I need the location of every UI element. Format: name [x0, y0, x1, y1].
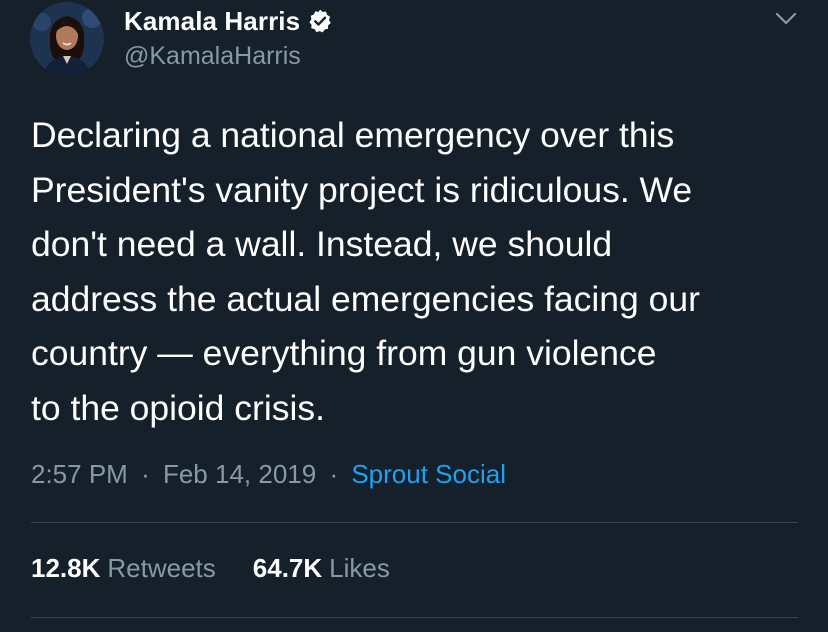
- tweet-text: Declaring a national emergency over this…: [31, 115, 700, 428]
- avatar[interactable]: [30, 2, 104, 76]
- retweets-count: 12.8K: [31, 553, 101, 583]
- verified-badge-icon: [307, 8, 333, 34]
- likes-label: Likes: [329, 553, 390, 583]
- display-name[interactable]: Kamala Harris: [124, 6, 300, 37]
- meta-separator: ·: [329, 459, 339, 489]
- tweet-date[interactable]: Feb 14, 2019: [163, 459, 316, 489]
- divider: [31, 522, 798, 523]
- tweet-detail: Kamala Harris @KamalaHarris Declaring a …: [0, 0, 828, 632]
- retweets-label: Retweets: [107, 553, 216, 583]
- tweet-source-link[interactable]: Sprout Social: [351, 459, 506, 489]
- avatar-image: [30, 2, 104, 76]
- author-name-row: Kamala Harris: [124, 5, 333, 37]
- retweets-stat[interactable]: 12.8K Retweets: [31, 553, 216, 584]
- meta-separator: ·: [141, 459, 150, 489]
- tweet-meta: 2:57 PM · Feb 14, 2019 · Sprout Social: [31, 459, 506, 490]
- chevron-down-icon[interactable]: [773, 8, 799, 28]
- engagement-stats: 12.8K Retweets 64.7K Likes: [31, 553, 390, 584]
- likes-stat[interactable]: 64.7K Likes: [253, 553, 390, 584]
- likes-count: 64.7K: [252, 553, 323, 583]
- divider: [31, 617, 798, 618]
- user-handle[interactable]: @KamalaHarris: [124, 42, 301, 71]
- tweet-time[interactable]: 2:57 PM: [31, 459, 128, 489]
